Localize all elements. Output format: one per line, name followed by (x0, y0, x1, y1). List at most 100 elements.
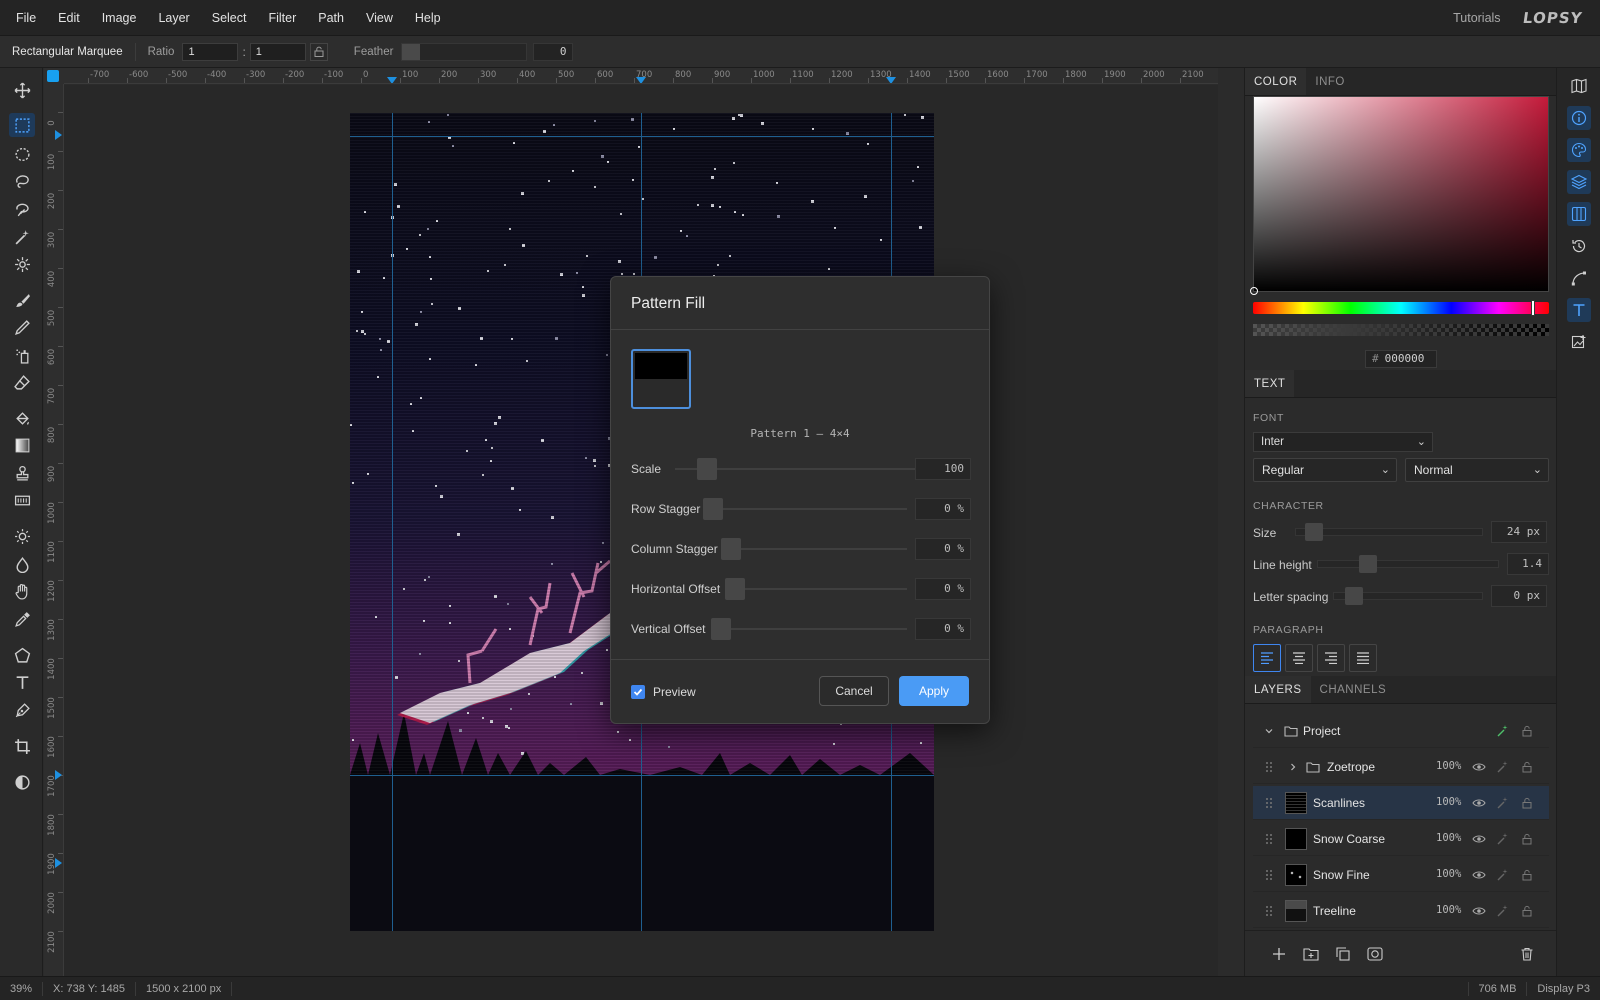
menu-path[interactable]: Path (307, 11, 355, 25)
feather-slider[interactable] (401, 42, 528, 61)
menu-select[interactable]: Select (201, 11, 258, 25)
apply-button[interactable]: Apply (899, 676, 969, 706)
paths-icon[interactable] (1567, 266, 1591, 290)
layer-group-zoetrope[interactable]: Zoetrope 100% (1253, 750, 1549, 784)
dodge-icon[interactable] (9, 524, 35, 548)
guide-vertical[interactable] (392, 113, 393, 931)
lock-icon[interactable] (1519, 831, 1535, 847)
effects-icon[interactable] (1495, 795, 1511, 811)
hue-slider-thumb[interactable] (1531, 300, 1535, 316)
chevron-down-icon[interactable] (1261, 723, 1277, 739)
column-stagger-value-input[interactable]: 0 % (915, 538, 971, 560)
guide-marker[interactable] (636, 77, 646, 83)
tutorials-link[interactable]: Tutorials (1453, 11, 1500, 25)
layer-snow-fine[interactable]: Snow Fine 100% (1253, 858, 1549, 892)
size-slider-thumb[interactable] (1305, 523, 1323, 541)
history-icon[interactable] (1567, 234, 1591, 258)
lock-icon[interactable] (1519, 759, 1535, 775)
ratio-height-input[interactable]: 1 (249, 42, 306, 61)
pen-tool-icon[interactable] (9, 698, 35, 722)
column-stagger-slider-thumb[interactable] (721, 538, 741, 560)
menu-file[interactable]: File (0, 11, 47, 25)
layer-opacity[interactable]: 100% (1436, 868, 1461, 880)
layer-treeline[interactable]: Treeline 100% (1253, 894, 1549, 928)
zoom-level[interactable]: 39% (0, 981, 44, 996)
lock-icon[interactable] (309, 42, 328, 61)
menu-help[interactable]: Help (404, 11, 452, 25)
pattern-swatch[interactable] (631, 349, 691, 409)
text-tool-icon[interactable] (9, 670, 35, 694)
layer-snow-coarse[interactable]: Snow Coarse 100% (1253, 822, 1549, 856)
rectangular-marquee-icon[interactable] (9, 113, 35, 137)
horizontal-offset-slider[interactable] (725, 588, 907, 590)
effects-icon[interactable] (1495, 759, 1511, 775)
color-picker-handle[interactable] (1250, 287, 1258, 295)
duplicate-icon[interactable] (1335, 946, 1351, 962)
eye-icon[interactable] (1471, 759, 1487, 775)
guide-marker[interactable] (55, 130, 62, 140)
magnetic-lasso-icon[interactable] (9, 197, 35, 221)
scale-value-input[interactable]: 100 (915, 458, 971, 480)
tab-text[interactable]: TEXT (1245, 370, 1295, 397)
guide-marker[interactable] (886, 77, 896, 83)
lock-icon[interactable] (1519, 723, 1535, 739)
cancel-button[interactable]: Cancel (819, 676, 889, 706)
channels-icon[interactable] (1567, 202, 1591, 226)
image-edit-icon[interactable] (1567, 330, 1591, 354)
quick-select-icon[interactable] (9, 252, 35, 276)
row-stagger-slider[interactable] (703, 508, 907, 510)
layers-stack-icon[interactable] (1567, 170, 1591, 194)
drag-handle-icon[interactable] (1265, 797, 1273, 809)
pattern-stamp-icon[interactable] (9, 488, 35, 512)
layer-opacity[interactable]: 100% (1436, 796, 1461, 808)
preview-checkbox[interactable] (631, 685, 645, 699)
guide-horizontal[interactable] (350, 775, 934, 776)
lock-icon[interactable] (1519, 795, 1535, 811)
font-weight-select[interactable]: Regular ⌄ (1253, 458, 1397, 482)
tab-layers[interactable]: LAYERS (1245, 676, 1311, 703)
add-layer-icon[interactable] (1271, 946, 1287, 962)
font-style-select[interactable]: Normal ⌄ (1405, 458, 1549, 482)
crop-icon[interactable] (9, 734, 35, 758)
horizontal-ruler[interactable]: -700 -600 -500 -400 -300 -200 -100 0 100 200 300 40… (64, 68, 1218, 84)
color-palette-icon[interactable] (1567, 138, 1591, 162)
row-stagger-slider-thumb[interactable] (703, 498, 723, 520)
font-family-select[interactable]: Inter ⌄ (1253, 432, 1433, 452)
menu-view[interactable]: View (355, 11, 404, 25)
menu-filter[interactable]: Filter (257, 11, 307, 25)
eye-icon[interactable] (1471, 795, 1487, 811)
guide-marker[interactable] (55, 858, 62, 868)
navigator-map-icon[interactable] (1567, 74, 1591, 98)
lock-icon[interactable] (1519, 867, 1535, 883)
layer-opacity[interactable]: 100% (1436, 832, 1461, 844)
column-stagger-slider[interactable] (721, 548, 907, 550)
row-stagger-value-input[interactable]: 0 % (915, 498, 971, 520)
gradient-icon[interactable] (9, 433, 35, 457)
drag-handle-icon[interactable] (1265, 905, 1273, 917)
info-icon[interactable] (1567, 106, 1591, 130)
tab-info[interactable]: INFO (1306, 68, 1353, 95)
vertical-ruler[interactable]: 0 100 200 300 400 500 600 700 800 900 1000 1100 1200… (44, 84, 64, 976)
drag-handle-icon[interactable] (1265, 833, 1273, 845)
align-left-icon[interactable] (1253, 644, 1281, 672)
magic-wand-icon[interactable] (9, 225, 35, 249)
text-panel-icon[interactable] (1567, 298, 1591, 322)
effects-icon[interactable] (1495, 903, 1511, 919)
tab-color[interactable]: COLOR (1245, 68, 1307, 95)
brush-icon[interactable] (9, 288, 35, 312)
layer-group-project[interactable]: Project (1253, 714, 1549, 748)
ratio-width-input[interactable]: 1 (182, 42, 239, 61)
eye-icon[interactable] (1471, 903, 1487, 919)
guide-horizontal[interactable] (350, 136, 934, 137)
mask-icon[interactable] (1367, 946, 1383, 962)
saturation-brightness-picker[interactable] (1250, 96, 1549, 295)
polygon-icon[interactable] (9, 643, 35, 667)
feather-value-input[interactable]: 0 (533, 42, 574, 61)
ruler-origin-marker[interactable] (47, 70, 59, 82)
blur-icon[interactable] (9, 552, 35, 576)
line-height-slider-thumb[interactable] (1359, 555, 1377, 573)
eye-icon[interactable] (1471, 831, 1487, 847)
menu-edit[interactable]: Edit (47, 11, 91, 25)
align-center-icon[interactable] (1285, 644, 1313, 672)
vertical-offset-value-input[interactable]: 0 % (915, 618, 971, 640)
